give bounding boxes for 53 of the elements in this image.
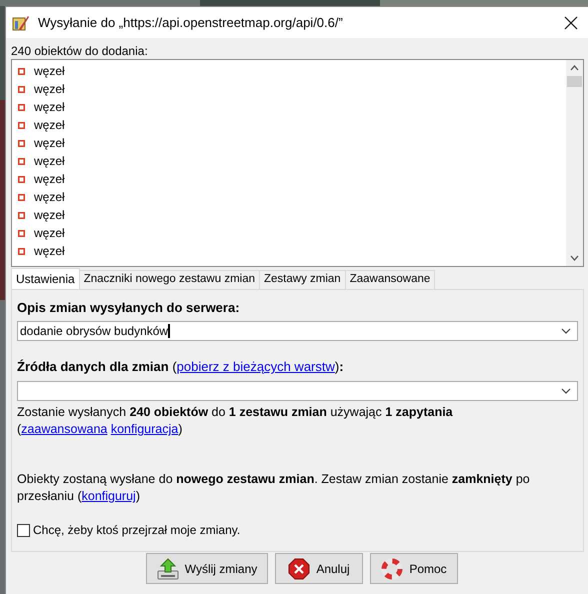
sources-field[interactable] xyxy=(17,381,578,401)
node-icon xyxy=(18,86,25,92)
app-icon xyxy=(12,14,30,32)
tab[interactable]: Zaawansowane xyxy=(344,270,436,289)
scroll-thumb[interactable] xyxy=(567,76,582,87)
list-item[interactable]: węzeł xyxy=(34,134,65,152)
node-icon xyxy=(18,194,25,200)
scroll-up-icon[interactable] xyxy=(570,65,579,71)
scroll-down-icon[interactable] xyxy=(570,255,579,261)
link[interactable]: konfiguracja xyxy=(110,422,178,436)
summary-text: Zostanie wysłanych 240 obiektów do 1 zestawu zmian używając 1 zapytania (zaawansowana konfiguracja) xyxy=(17,404,454,438)
node-icon xyxy=(18,230,25,236)
changeset-info-text: Obiekty zostaną wysłane do nowego zestawu zmian. Zestaw zmian zostanie zamknięty po przesłaniu (konfiguruj) xyxy=(17,471,531,505)
list-item[interactable]: węzeł xyxy=(34,170,65,188)
review-checkbox[interactable] xyxy=(17,524,30,536)
field-value: dodanie obrysów budynków xyxy=(20,324,170,338)
list-item[interactable]: węzeł xyxy=(34,116,65,134)
list-item[interactable]: węzeł xyxy=(34,242,65,260)
dropdown-icon[interactable] xyxy=(561,328,571,334)
node-icon xyxy=(18,140,25,146)
list-item[interactable]: węzeł xyxy=(34,188,65,206)
dialog-button[interactable]: Anuluj xyxy=(275,553,363,584)
tab[interactable]: Ustawienia xyxy=(11,268,80,289)
dialog-button[interactable]: Pomoc xyxy=(370,553,458,584)
window-title: Wysyłanie do „https://api.openstreetmap.org/api/0.6/” xyxy=(38,14,344,32)
list-item[interactable]: węzeł xyxy=(34,80,65,98)
list-item[interactable]: węzeł xyxy=(34,62,65,80)
lifebuoy-icon xyxy=(381,558,404,580)
upload-icon xyxy=(156,558,179,580)
node-icon xyxy=(18,158,25,164)
list-item[interactable]: węzeł xyxy=(34,206,65,224)
field-label: Opis zmian wysyłanych do serwera: xyxy=(17,300,241,316)
close-icon[interactable] xyxy=(564,16,578,30)
cancel-icon xyxy=(288,558,310,580)
list-item[interactable]: węzeł xyxy=(34,98,65,116)
node-icon xyxy=(18,212,25,218)
list-label: 240 obiektów do dodania: xyxy=(11,44,149,58)
link[interactable]: zaawansowana xyxy=(21,422,108,436)
list-item[interactable]: węzeł xyxy=(34,152,65,170)
dropdown-icon[interactable] xyxy=(561,388,571,394)
checkbox-label: Chcę, żeby ktoś przejrzał moje zmiany. xyxy=(33,522,240,539)
node-icon xyxy=(18,122,25,128)
node-icon xyxy=(18,104,25,110)
dialog-button[interactable]: Wyślij zmiany xyxy=(146,553,268,584)
field-label: Źródła danych dla zmian (pobierz z bieżących warstw): xyxy=(17,359,345,375)
scrollbar[interactable] xyxy=(566,60,583,266)
node-icon xyxy=(18,248,25,254)
link[interactable]: pobierz z bieżących warstw xyxy=(176,359,335,374)
node-icon xyxy=(18,68,25,74)
link[interactable]: konfiguruj xyxy=(82,489,136,503)
node-icon xyxy=(18,176,25,182)
list-item[interactable]: węzeł xyxy=(34,224,65,242)
description-field[interactable]: dodanie obrysów budynków xyxy=(17,321,578,341)
